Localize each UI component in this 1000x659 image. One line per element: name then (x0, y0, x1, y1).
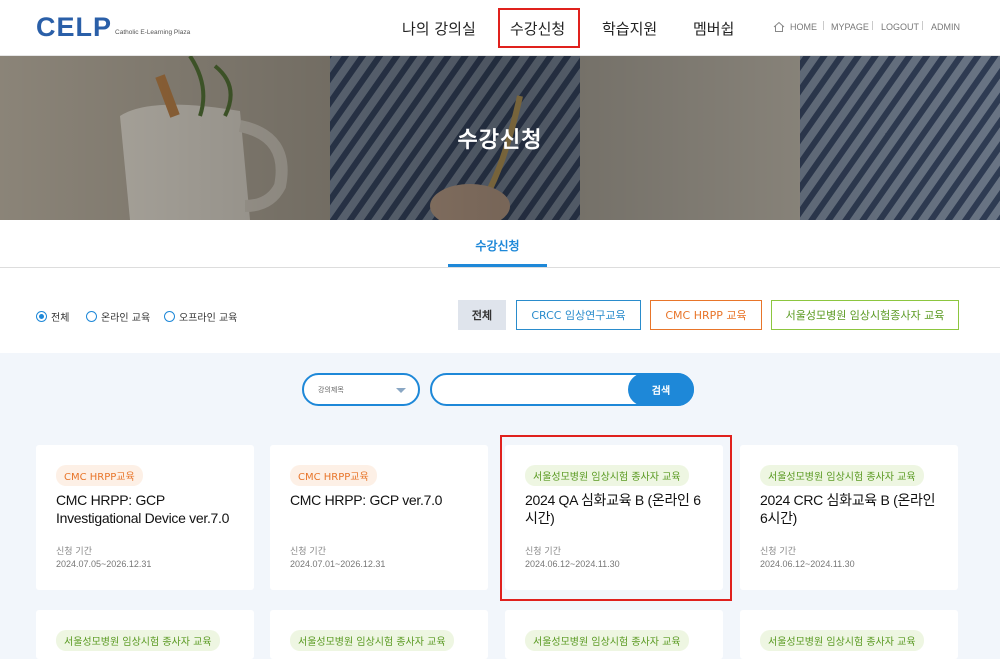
util-separator: | (822, 21, 826, 31)
util-separator: | (921, 21, 925, 31)
hero-title: 수강신청 (457, 128, 543, 153)
radio-online[interactable]: 온라인 교육 (86, 309, 150, 324)
util-logout-link[interactable]: LOGOUT (881, 22, 919, 32)
radio-offline[interactable]: 오프라인 교육 (164, 309, 237, 324)
radio-all[interactable]: 전체 (36, 309, 69, 324)
gnb-membership[interactable]: 멤버쉽 (693, 18, 734, 39)
gnb-learning-support[interactable]: 학습지원 (602, 18, 657, 39)
chevron-down-icon (396, 388, 406, 393)
radio-unchecked-icon (86, 311, 97, 322)
category-seoul-st-mary-button[interactable]: 서울성모병원 임상시험종사자 교육 (771, 300, 959, 330)
logo-wordmark: CELP (36, 12, 113, 42)
course-card[interactable]: CMC HRPP교육 CMC HRPP: GCP ver.7.0 신청 기간 2… (270, 445, 488, 590)
course-card[interactable]: 서울성모병원 임상시험 종사자 교육 2024 CRC 심화교육 B (온라인 … (740, 445, 958, 590)
gnb-my-classroom[interactable]: 나의 강의실 (402, 18, 476, 39)
site-logo[interactable]: CELP Catholic E-Learning Plaza (36, 13, 190, 41)
radio-checked-icon (36, 311, 47, 322)
logo-subtitle: Catholic E-Learning Plaza (115, 29, 191, 36)
tab-course-registration[interactable]: 수강신청 (448, 220, 547, 267)
search-field-select[interactable]: 강의제목 (302, 373, 420, 406)
course-title[interactable]: 2024 CRC 심화교육 B (온라인 6시간) (760, 491, 944, 527)
course-category-badge: CMC HRPP교육 (56, 465, 143, 486)
course-card[interactable]: 서울성모병원 임상시험 종사자 교육 (505, 610, 723, 659)
period-value: 2024.07.01~2026.12.31 (290, 559, 386, 569)
course-card[interactable]: CMC HRPP교육 CMC HRPP: GCP Investigational… (36, 445, 254, 590)
util-mypage-link[interactable]: MYPAGE (831, 22, 869, 32)
course-category-badge: 서울성모병원 임상시험 종사자 교육 (525, 630, 689, 651)
course-card[interactable]: 서울성모병원 임상시험 종사자 교육 (36, 610, 254, 659)
course-card[interactable]: 서울성모병원 임상시험 종사자 교육 (270, 610, 488, 659)
course-category-badge: 서울성모병원 임상시험 종사자 교육 (290, 630, 454, 651)
course-category-badge: 서울성모병원 임상시험 종사자 교육 (56, 630, 220, 651)
category-all-button[interactable]: 전체 (458, 300, 506, 330)
select-value: 강의제목 (318, 386, 344, 394)
util-separator: | (871, 21, 875, 31)
radio-label: 전체 (51, 313, 70, 324)
period-label: 신청 기간 (290, 547, 326, 557)
radio-label: 오프라인 교육 (179, 313, 238, 324)
util-home-link[interactable]: HOME (790, 22, 817, 32)
course-category-badge: 서울성모병원 임상시험 종사자 교육 (760, 465, 924, 486)
site-header: CELP Catholic E-Learning Plaza 나의 강의실 수강… (0, 0, 1000, 56)
period-value: 2024.07.05~2026.12.31 (56, 559, 152, 569)
period-value: 2024.06.12~2024.11.30 (760, 559, 855, 569)
course-card[interactable]: 서울성모병원 임상시험 종사자 교육 (740, 610, 958, 659)
category-crcc-button[interactable]: CRCC 임상연구교육 (516, 300, 641, 330)
home-icon[interactable] (773, 21, 785, 33)
filter-bar: 전체 온라인 교육 오프라인 교육 전체 CRCC 임상연구교육 CMC HRP… (0, 268, 1000, 353)
period-label: 신청 기간 (760, 547, 796, 557)
card-highlight-box (500, 435, 732, 601)
course-category-badge: CMC HRPP교육 (290, 465, 377, 486)
course-title[interactable]: CMC HRPP: GCP ver.7.0 (290, 491, 474, 509)
period-label: 신청 기간 (56, 547, 92, 557)
search-button[interactable]: 검색 (628, 373, 694, 406)
gnb-highlight-box (498, 8, 580, 48)
sub-navigation: 수강신청 (0, 220, 1000, 268)
course-category-badge: 서울성모병원 임상시험 종사자 교육 (760, 630, 924, 651)
radio-label: 온라인 교육 (101, 313, 151, 324)
util-admin-link[interactable]: ADMIN (931, 22, 960, 32)
course-title[interactable]: CMC HRPP: GCP Investigational Device ver… (56, 491, 240, 527)
category-cmc-hrpp-button[interactable]: CMC HRPP 교육 (650, 300, 762, 330)
hero-banner: 수강신청 (0, 56, 1000, 220)
radio-unchecked-icon (164, 311, 175, 322)
